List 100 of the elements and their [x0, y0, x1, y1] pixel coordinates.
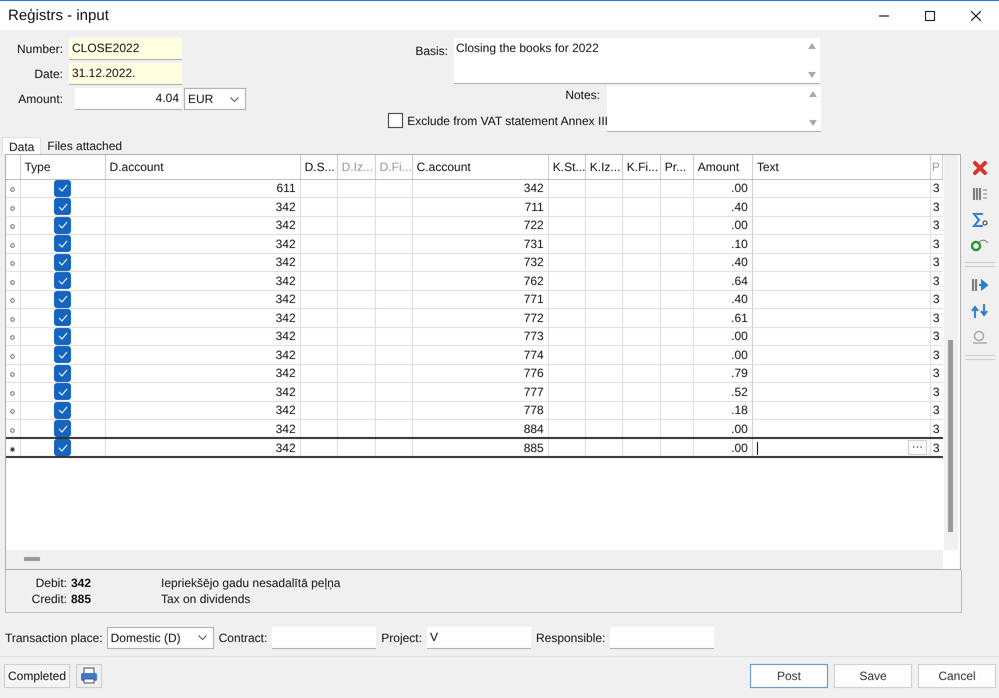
- number-field[interactable]: CLOSE2022: [69, 38, 182, 60]
- transaction-place-dropdown[interactable]: Domestic (D): [106, 626, 214, 648]
- column-header[interactable]: K.Iz...: [585, 155, 622, 179]
- dialog-button[interactable]: Post: [750, 664, 828, 688]
- table-cell: .10: [693, 234, 752, 253]
- column-header[interactable]: Pr...: [660, 155, 694, 179]
- column-header[interactable]: K.St...: [548, 155, 586, 179]
- table-cell: 884: [412, 420, 548, 438]
- debit-account-name: Iepriekšējo gadu nesadalītā peļņa: [161, 576, 340, 590]
- tab[interactable]: Files attached: [41, 137, 128, 154]
- field-label: Contract:: [218, 630, 268, 644]
- type-checkbox[interactable]: [54, 440, 72, 455]
- project-field[interactable]: V: [426, 626, 531, 648]
- table-cell: 3: [930, 290, 942, 308]
- table-cell: 342: [105, 401, 300, 420]
- ellipsis-button[interactable]: ···: [908, 440, 927, 455]
- column-header[interactable]: Type: [20, 155, 106, 179]
- check-icon: [58, 221, 68, 230]
- date-field[interactable]: 31.12.2022.: [69, 63, 182, 85]
- credit-label: Credit:: [30, 592, 67, 606]
- table-cell: 342: [105, 327, 300, 346]
- table-cell: 342: [105, 420, 300, 438]
- table-cell: 3: [930, 420, 942, 438]
- link-icon[interactable]: [971, 238, 989, 252]
- field-label: Amount:: [17, 92, 64, 106]
- table-cell: .52: [693, 382, 752, 401]
- scrollbar-thumb[interactable]: [24, 557, 40, 561]
- sum-icon[interactable]: [972, 212, 988, 228]
- table-cell: 342: [105, 308, 300, 327]
- scrollbar-thumb[interactable]: [948, 340, 953, 532]
- field-label: Responsible:: [536, 630, 606, 644]
- tab[interactable]: Data: [2, 137, 42, 154]
- type-checkbox[interactable]: [54, 272, 72, 290]
- type-checkbox[interactable]: [54, 180, 72, 197]
- delete-icon[interactable]: [972, 160, 988, 176]
- print-button[interactable]: [76, 664, 102, 688]
- maximize-icon[interactable]: [925, 10, 935, 20]
- chevron-icon: [198, 635, 207, 640]
- table-cell: 342: [105, 216, 300, 234]
- table-cell: .18: [693, 401, 752, 420]
- type-checkbox[interactable]: [54, 364, 72, 382]
- column-header[interactable]: K.Fi...: [622, 155, 660, 179]
- table-cell: 342: [105, 253, 300, 272]
- columns-icon[interactable]: [972, 186, 988, 202]
- field-label: Notes:: [565, 88, 601, 102]
- table-cell: 342: [105, 438, 300, 457]
- table-cell: 3: [930, 327, 942, 346]
- table-cell: 3: [930, 346, 942, 364]
- status-label: Completed: [4, 664, 70, 688]
- dialog-button[interactable]: Cancel: [918, 664, 996, 688]
- currency-dropdown[interactable]: EUR: [184, 88, 246, 110]
- type-checkbox[interactable]: [54, 235, 72, 252]
- table-cell: .00: [693, 420, 752, 438]
- credit-account-name: Tax on dividends: [161, 592, 250, 606]
- column-header[interactable]: Amount: [693, 155, 752, 179]
- type-checkbox[interactable]: [54, 402, 72, 419]
- type-checkbox[interactable]: [54, 346, 72, 364]
- check-icon: [58, 314, 68, 322]
- table-cell: 342: [105, 234, 300, 253]
- table-cell: 722: [412, 216, 548, 234]
- type-checkbox[interactable]: [54, 216, 72, 234]
- table-cell: 773: [412, 327, 548, 346]
- table-cell: 776: [412, 364, 548, 382]
- column-header[interactable]: D.S...: [300, 155, 338, 179]
- table-cell: 731: [412, 234, 548, 253]
- amount-field[interactable]: 4.04: [75, 88, 182, 110]
- column-header[interactable]: C.account: [412, 155, 548, 179]
- type-checkbox[interactable]: [54, 254, 72, 271]
- responsible-field[interactable]: [610, 626, 714, 648]
- type-checkbox[interactable]: [54, 420, 72, 437]
- table-cell: 774: [412, 346, 548, 364]
- check-icon: [58, 332, 68, 340]
- type-checkbox[interactable]: [54, 383, 72, 400]
- check-icon: [58, 202, 68, 211]
- column-header[interactable]: D.account: [105, 155, 300, 179]
- checkbox[interactable]: [388, 113, 404, 128]
- table-cell: .00: [693, 179, 752, 198]
- close-icon[interactable]: [971, 10, 981, 20]
- column-header[interactable]: Text: [752, 155, 930, 179]
- type-checkbox[interactable]: [54, 198, 72, 216]
- field-label: Transaction place:: [5, 630, 103, 644]
- chevron-icon: [230, 96, 239, 102]
- text-cursor: [756, 442, 758, 455]
- table-cell: .40: [693, 290, 752, 308]
- table-cell: 342: [105, 290, 300, 308]
- dialog-button[interactable]: Save: [834, 664, 912, 688]
- contract-field[interactable]: [272, 626, 376, 648]
- type-checkbox[interactable]: [54, 328, 72, 345]
- import-icon[interactable]: [971, 277, 989, 293]
- check-icon: [58, 240, 68, 248]
- table-cell: 342: [105, 272, 300, 290]
- sort-icon[interactable]: [971, 303, 989, 319]
- table-cell: 3: [930, 364, 942, 382]
- type-checkbox[interactable]: [54, 309, 72, 326]
- window-title: Reģistrs - input: [8, 7, 109, 24]
- table-cell: 885: [412, 438, 548, 457]
- check-icon: [58, 406, 68, 414]
- table-cell: .61: [693, 308, 752, 327]
- table-cell: 342: [105, 364, 300, 382]
- type-checkbox[interactable]: [54, 290, 72, 308]
